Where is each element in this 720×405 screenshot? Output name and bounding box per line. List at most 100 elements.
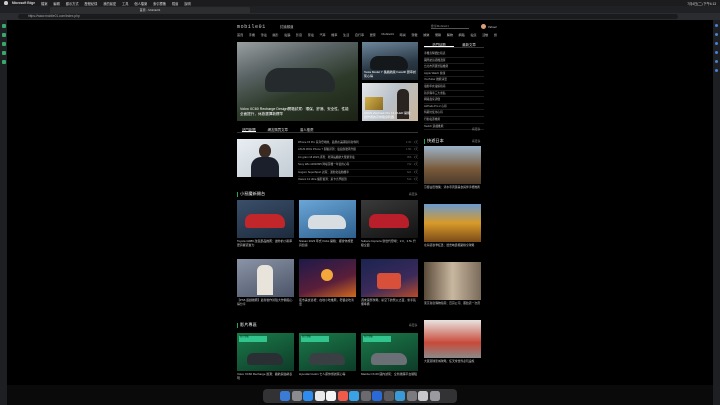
nav-item[interactable]: 筆電 (261, 32, 267, 37)
article-card[interactable]: 週末露營攻略：星空下的營火之夜，新手裝備準備 (361, 259, 418, 307)
video-card[interactable]: 影片開箱 Hyundai Custin 七人座休旅試駕心得 (299, 333, 356, 381)
nav-item[interactable]: 閒聊 (435, 32, 441, 37)
list-item[interactable]: AirPods Pro 2 心得 (424, 104, 484, 111)
nav-item[interactable]: Mobile01 (381, 32, 394, 37)
menu-tools[interactable]: 工具 (122, 1, 128, 6)
right-more-link[interactable]: 看更多 (472, 127, 480, 131)
category-select[interactable]: 討論頻道 (280, 24, 294, 29)
list-item[interactable]: Apple Watch 健康 (424, 71, 484, 78)
video-card[interactable]: 影片開箱 Mazda CX-60 國內試駕：全新後驅平台體驗 (361, 333, 418, 381)
japan-card[interactable]: 東京新宿購物指南：百貨公司、藥妝店一次逛 (424, 262, 481, 309)
article-card[interactable]: Nissan 2023 年式 Kicks 開箱：都會休旅更具質感 (299, 200, 356, 248)
nav-item[interactable]: 影音 (296, 32, 302, 37)
search-input[interactable]: 搜尋Mobile01 (430, 24, 469, 29)
nav-item[interactable]: 生活 (343, 32, 349, 37)
sidebar-app-icon[interactable] (1, 60, 6, 64)
calendar-icon[interactable] (326, 391, 337, 401)
nav-item[interactable]: 攝影 (272, 32, 278, 37)
sidebar-tool-icon[interactable] (715, 33, 718, 36)
chrome-icon[interactable] (314, 391, 325, 401)
app-icon[interactable] (395, 391, 406, 401)
tab-latest[interactable]: 最新文章 (454, 42, 484, 47)
article-card[interactable]: 夜市美食巡禮：在地小吃推薦，老饕必吃清單 (299, 259, 356, 307)
app-icon[interactable] (406, 391, 417, 401)
news-row[interactable]: Sony WH-1000XM5 降噪耳機一年使用心得 742 · 2天 (298, 162, 418, 170)
hero-side-article[interactable]: Tesla Model Y 長續航版 Facelift 實車試駕心得 (362, 42, 418, 80)
sidebar-app-icon[interactable] (1, 33, 6, 37)
nav-item[interactable]: 電競 (470, 32, 476, 37)
list-item[interactable]: 行動電源推薦 (424, 117, 484, 124)
sidebar-app-icon[interactable] (1, 24, 6, 28)
finder-icon[interactable] (280, 391, 291, 401)
nav-item[interactable]: 活動 (482, 32, 488, 37)
launchpad-icon[interactable] (291, 391, 302, 401)
safari-icon[interactable] (303, 391, 314, 401)
nav-item[interactable]: 自行車 (355, 32, 364, 37)
list-item[interactable]: 電動車充電樁指南 (424, 84, 484, 91)
apple-icon[interactable] (4, 1, 8, 5)
nav-item[interactable]: 網路 (459, 32, 465, 37)
list-item[interactable]: 網路賣家評價 (424, 97, 484, 104)
nav-item[interactable]: 首頁 (237, 32, 243, 37)
menu-tabs[interactable]: 索引標籤 (153, 1, 166, 6)
site-logo[interactable]: mobile01 (237, 24, 266, 30)
nav-item[interactable]: 旅遊 (494, 32, 497, 37)
news-feature-image[interactable] (237, 139, 293, 177)
app-store-icon[interactable] (349, 391, 360, 401)
nav-item[interactable]: 時尚 (400, 32, 406, 37)
app-icon[interactable] (383, 391, 394, 401)
article-card[interactable]: Toyota GR86 改裝部品推薦：讓你的小跑車更具賽道實力 (237, 200, 294, 248)
menu-favorites[interactable]: 我的最愛 (103, 1, 116, 6)
tab-expert[interactable]: 達人推薦 (300, 127, 314, 132)
list-item[interactable]: 新手購車三大重點 (424, 91, 484, 98)
section-more-link[interactable]: 看更多 (409, 323, 417, 327)
list-item[interactable]: 國際航班搭機選擇 (424, 58, 484, 65)
section-more-link[interactable]: 看更多 (472, 139, 480, 143)
menu-window[interactable]: 視窗 (172, 1, 178, 6)
list-item[interactable]: YouTuber 推薦清單 (424, 77, 484, 84)
news-row[interactable]: Gogoro SuperSport 試駕：運動化電動機車 621 · 3天 (298, 170, 418, 178)
nav-item[interactable]: 電腦 (284, 32, 290, 37)
tab-hot-news[interactable]: 熱門新聞 (242, 127, 256, 132)
active-app-name[interactable]: Microsoft Edge (12, 1, 35, 5)
news-row[interactable]: iPhone 15 Pro 系列登場前，蘋果在美國取得新專利 2.3K · 1天 (298, 140, 418, 148)
news-row[interactable]: ASUS ROG Phone 7 開箱評測：電競旗艦再升級 1.8K · 1天 (298, 147, 418, 155)
sidebar-app-icon[interactable] (1, 42, 6, 46)
sidebar-tool-icon[interactable] (715, 42, 718, 45)
japan-card[interactable]: 大阪環球影城攻略：任天堂世界必玩設施 (424, 320, 481, 367)
edge-icon[interactable] (372, 391, 383, 401)
news-row[interactable]: Xiaomi 13 Ultra 攝影實測：萊卡光學鏡頭 513 · 3天 (298, 177, 418, 185)
nav-item[interactable]: 手機 (249, 32, 255, 37)
list-item[interactable]: 手機直購價比較表 (424, 51, 484, 58)
sidebar-tool-icon[interactable] (715, 24, 718, 27)
list-item[interactable]: 特斯拉使用心得 (424, 110, 484, 117)
trash-icon[interactable] (429, 391, 440, 401)
user-menu[interactable]: Yahoo! (480, 24, 497, 29)
menu-history[interactable]: 歷程紀錄 (85, 1, 98, 6)
nav-item[interactable]: 機車 (331, 32, 337, 37)
menu-file[interactable]: 檔案 (41, 1, 47, 6)
sidebar-tool-icon[interactable] (715, 51, 718, 54)
hero-main-article[interactable]: Volvo XC60 Recharge Design開箱試駕：環保、舒適、安全性… (237, 42, 358, 121)
list-item[interactable]: 台北市周邊景點推薦 (424, 64, 484, 71)
article-card[interactable]: 【PS5 遊戲推薦】最新動作冒險大作體驗心得分享 (237, 259, 294, 307)
japan-card[interactable]: 京都古街散策：清水寺周邊美食與伴手禮推薦 (424, 146, 481, 193)
url-field[interactable]: https://www.mobile01.com/index.php (18, 14, 678, 19)
nav-item[interactable]: 穿戴 (411, 32, 417, 37)
sidebar-tool-icon[interactable] (715, 60, 718, 63)
japan-card[interactable]: 北海道秋季紅葉：層雲峽賞楓路線全攻略 (424, 204, 481, 251)
menu-profiles[interactable]: 個人檔案 (134, 1, 147, 6)
tab-hot-topics[interactable]: 熱門話題 (424, 42, 454, 47)
hero-side-article[interactable]: ASUS Zenbook Pro 14 OLED 開箱：創作者的高效隨身利器 (362, 83, 418, 121)
menu-help[interactable]: 說明 (184, 1, 190, 6)
tab-user-purchases[interactable]: 網友購買文章 (268, 127, 288, 132)
nav-item[interactable]: 娛樂 (423, 32, 429, 37)
nav-item[interactable]: 汽車 (319, 32, 325, 37)
nav-item[interactable]: 居家 (370, 32, 376, 37)
menubar-clock[interactable]: 7月4日(二) 下午4:13 (687, 1, 716, 6)
nav-item[interactable]: 購物 (447, 32, 453, 37)
section-more-link[interactable]: 看更多 (409, 192, 417, 196)
article-card[interactable]: Subaru Impreza 新世代登場：2.0、2.5L 升級全面 (361, 200, 418, 248)
browser-tab[interactable]: 首頁 - Mobile01 (50, 6, 250, 13)
news-row[interactable]: LG gram 16 2023 評測：輕薄長續航大螢幕筆電 956 · 2天 (298, 155, 418, 163)
